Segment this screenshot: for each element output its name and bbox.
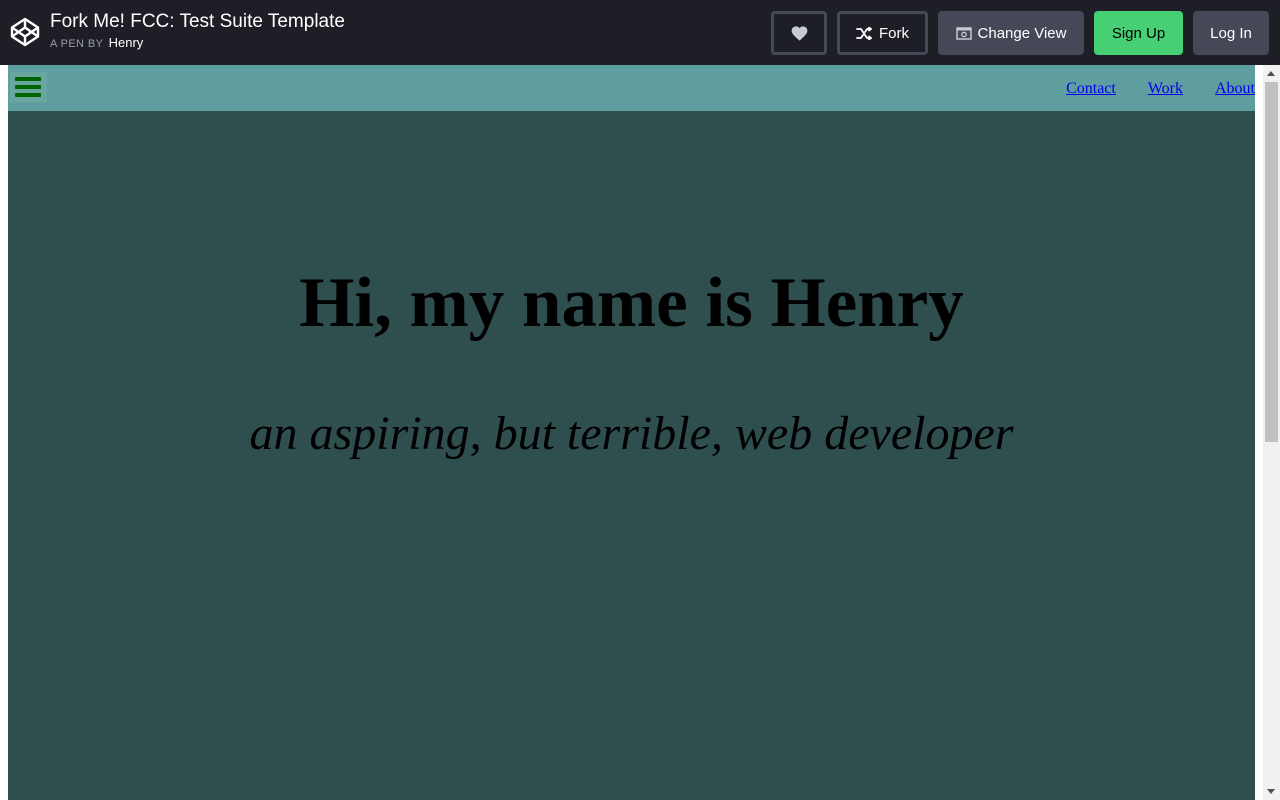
- nav-link-about[interactable]: About: [1215, 79, 1255, 99]
- change-view-icon: [955, 27, 972, 40]
- hamburger-bar: [15, 93, 41, 97]
- scrollbar-thumb[interactable]: [1265, 82, 1278, 442]
- pen-preview: Contact Work About Hi, my name is Henry …: [8, 65, 1255, 800]
- fork-button[interactable]: Fork: [837, 11, 928, 55]
- hamburger-bar: [15, 77, 41, 81]
- hamburger-menu-icon[interactable]: [10, 72, 47, 102]
- scroll-up-arrow-icon[interactable]: [1267, 71, 1275, 76]
- preview-frame-right-edge: [1255, 65, 1263, 800]
- hamburger-bar: [15, 85, 41, 89]
- log-in-button[interactable]: Log In: [1193, 11, 1269, 55]
- nav-link-work[interactable]: Work: [1148, 79, 1183, 99]
- codepen-header: Fork Me! FCC: Test Suite Template A PEN …: [0, 0, 1280, 65]
- change-view-button[interactable]: Change View: [938, 11, 1084, 55]
- scroll-down-arrow-icon[interactable]: [1267, 789, 1275, 794]
- heart-button[interactable]: [771, 11, 827, 55]
- heart-icon: [791, 25, 807, 41]
- hero-title: Hi, my name is Henry: [299, 264, 964, 342]
- codepen-logo-icon[interactable]: [9, 16, 41, 48]
- pen-title[interactable]: Fork Me! FCC: Test Suite Template: [50, 11, 345, 33]
- change-view-label: Change View: [977, 24, 1067, 42]
- byline-prefix: A PEN BY: [50, 38, 104, 50]
- sign-up-button[interactable]: Sign Up: [1094, 11, 1183, 55]
- nav-link-contact[interactable]: Contact: [1066, 79, 1116, 99]
- fork-label: Fork: [879, 24, 909, 42]
- pen-byline: A PEN BY Henry: [50, 35, 143, 52]
- preview-frame-left-edge: [0, 65, 8, 800]
- pen-author-link[interactable]: Henry: [109, 35, 144, 50]
- hero-subtitle: an aspiring, but terrible, web developer: [249, 407, 1014, 460]
- fork-icon: [856, 26, 872, 40]
- nav-links: Contact Work About: [1066, 79, 1255, 99]
- site-navbar: Contact Work About: [8, 65, 1255, 111]
- preview-scrollbar[interactable]: [1263, 65, 1280, 800]
